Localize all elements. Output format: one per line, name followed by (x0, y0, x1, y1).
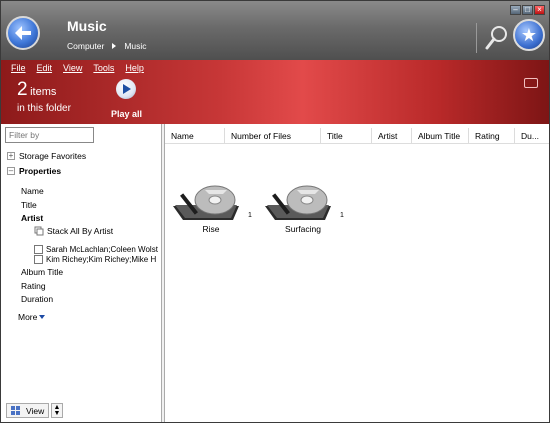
more-button[interactable]: More (18, 312, 46, 322)
prop-duration[interactable]: Duration (21, 294, 53, 304)
file-count: 1 (340, 212, 344, 219)
menu-help[interactable]: Help (125, 63, 144, 73)
storage-favorites-row[interactable]: + Storage Favorites (7, 151, 86, 161)
item-count-number: 2 (17, 79, 28, 100)
artist-filter-item[interactable]: Kim Richey;Kim Richey;Mike H (34, 255, 160, 264)
toolbar-divider (476, 23, 477, 53)
artist-filter-item[interactable]: Sarah McLachlan;Coleen Wolst (34, 245, 160, 254)
maximize-button[interactable]: □ (522, 5, 533, 15)
close-button[interactable]: × (534, 5, 545, 15)
minimize-button[interactable]: – (510, 5, 521, 15)
item-count: 2 items (17, 80, 56, 100)
window-title: Music (67, 18, 107, 34)
stack-all-label: Stack All By Artist (47, 226, 114, 236)
favorites-star-button[interactable]: ★ (513, 19, 545, 51)
filter-input[interactable] (5, 127, 94, 143)
item-count-subtitle: in this folder (17, 103, 71, 114)
column-number-of-files[interactable]: Number of Files (225, 128, 321, 143)
stack-all-by-artist[interactable]: Stack All By Artist (34, 226, 113, 236)
breadcrumb-computer[interactable]: Computer (67, 41, 104, 51)
artist-checkbox[interactable] (34, 245, 43, 254)
view-label: View (26, 405, 45, 416)
properties-row[interactable]: – Properties (7, 166, 61, 176)
preview-pane-icon[interactable] (524, 78, 538, 88)
artist-checkbox[interactable] (34, 255, 43, 264)
column-title[interactable]: Title (321, 128, 372, 143)
content-pane: Name Number of Files Title Artist Album … (164, 124, 549, 422)
artist-filter-label: Sarah McLachlan;Coleen Wolst (46, 245, 158, 254)
command-band: File Edit View Tools Help 2 items in thi… (1, 60, 549, 124)
prop-album-title[interactable]: Album Title (21, 267, 63, 277)
navigation-pane: + Storage Favorites – Properties Name Ti… (1, 124, 162, 422)
item-label: Rise (202, 224, 220, 234)
list-item[interactable]: 1 Surfacing (263, 176, 344, 236)
expand-icon[interactable]: + (7, 152, 15, 160)
music-album-stack-icon (265, 185, 331, 220)
menu-file[interactable]: File (11, 63, 26, 73)
file-count: 1 (248, 212, 252, 219)
search-icon[interactable] (485, 25, 509, 51)
artist-filter-label: Kim Richey;Kim Richey;Mike H (46, 255, 157, 264)
list-item[interactable]: 1 Rise (171, 176, 252, 236)
music-album-stack-icon (173, 185, 239, 220)
item-count-word: items (30, 86, 57, 98)
explorer-window: Music Computer Music ★ – □ × File Edit V… (0, 0, 550, 423)
back-arrow-icon (15, 26, 31, 40)
menu-tools[interactable]: Tools (93, 63, 114, 73)
breadcrumb-separator-icon[interactable] (112, 43, 117, 49)
column-rating[interactable]: Rating (469, 128, 515, 143)
menu-bar: File Edit View Tools Help (11, 63, 144, 73)
menu-view[interactable]: View (63, 63, 82, 73)
breadcrumb-music[interactable]: Music (124, 41, 146, 51)
collapse-icon[interactable]: – (7, 167, 15, 175)
column-headers: Name Number of Files Title Artist Album … (165, 128, 549, 144)
star-icon: ★ (520, 25, 538, 45)
dropdown-arrow-icon (39, 315, 46, 319)
prop-title[interactable]: Title (21, 200, 37, 210)
title-bar: Music Computer Music ★ – □ × (1, 1, 549, 60)
prop-name[interactable]: Name (21, 186, 44, 196)
column-album-title[interactable]: Album Title (412, 128, 469, 143)
play-all-icon[interactable] (116, 79, 136, 99)
view-size-stepper[interactable]: ▲ ▼ (51, 403, 63, 418)
stack-icon (34, 226, 44, 236)
more-label: More (18, 312, 38, 322)
column-name[interactable]: Name (165, 128, 225, 143)
prop-artist[interactable]: Artist (21, 213, 43, 223)
view-button[interactable]: View (6, 403, 49, 418)
prop-rating[interactable]: Rating (21, 281, 46, 291)
play-all-button[interactable]: Play all (111, 109, 142, 119)
back-button[interactable] (6, 16, 40, 50)
storage-favorites-label: Storage Favorites (19, 151, 87, 161)
column-artist[interactable]: Artist (372, 128, 412, 143)
breadcrumb: Computer Music (67, 41, 147, 51)
menu-edit[interactable]: Edit (37, 63, 53, 73)
properties-label: Properties (19, 166, 62, 176)
view-tiles-icon (11, 406, 20, 415)
item-label: Surfacing (285, 224, 321, 234)
column-duration[interactable]: Du... (515, 128, 549, 143)
